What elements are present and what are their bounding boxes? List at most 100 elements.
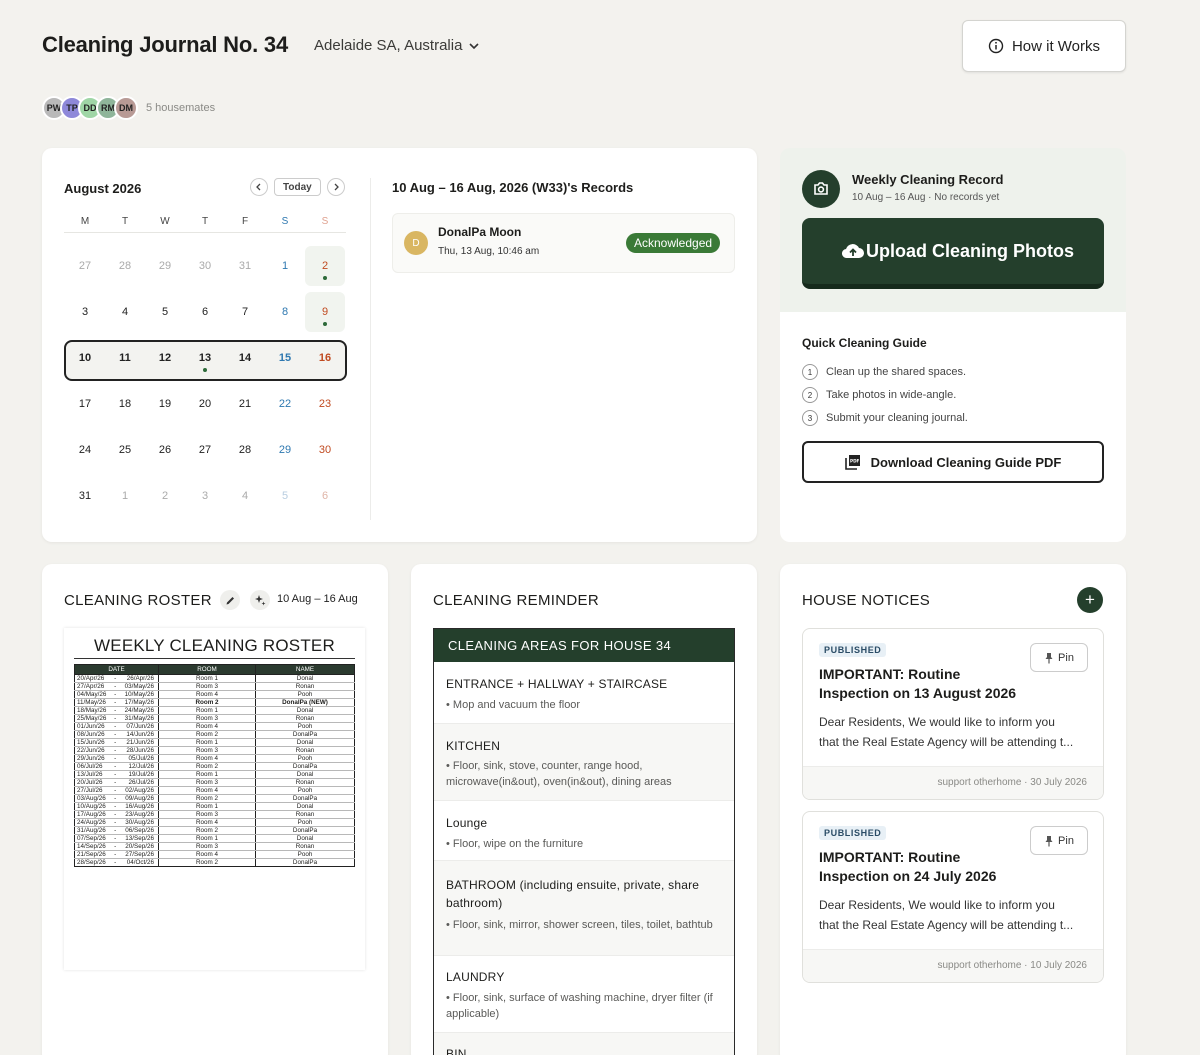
roster-image[interactable]: WEEKLY CLEANING ROSTER DATE ROOM NAME 20… bbox=[64, 628, 365, 970]
avatar[interactable]: DM bbox=[114, 96, 138, 120]
calendar-day[interactable]: 3 bbox=[185, 476, 225, 516]
calendar-day[interactable]: 1 bbox=[105, 476, 145, 516]
area-desc: • Mop and vacuum the floor bbox=[446, 699, 581, 711]
calendar-day[interactable]: 28 bbox=[225, 430, 265, 470]
calendar-day[interactable]: 26 bbox=[145, 430, 185, 470]
calendar-day[interactable]: 12 bbox=[145, 338, 185, 378]
calendar-day[interactable]: 27 bbox=[185, 430, 225, 470]
table-cell: - bbox=[113, 746, 117, 755]
step-number: 3 bbox=[802, 410, 818, 426]
table-cell: 21/Jun/26 bbox=[116, 738, 159, 747]
table-cell: - bbox=[113, 826, 117, 835]
notice-footer: support otherhome · 30 July 2026 bbox=[803, 766, 1103, 799]
calendar-day[interactable]: 5 bbox=[265, 476, 305, 516]
day-number: 29 bbox=[158, 260, 172, 272]
calendar-day[interactable]: 30 bbox=[305, 430, 345, 470]
day-number: 13 bbox=[198, 352, 212, 364]
day-number: 25 bbox=[118, 444, 132, 456]
day-number: 8 bbox=[281, 306, 289, 318]
table-cell: 18/May/26 bbox=[73, 706, 114, 715]
day-number: 24 bbox=[78, 444, 92, 456]
download-pdf-label: Download Cleaning Guide PDF bbox=[870, 454, 1062, 470]
calendar-day[interactable]: 29 bbox=[145, 246, 185, 286]
calendar-day[interactable]: 17 bbox=[65, 384, 105, 424]
calendar-day[interactable]: 28 bbox=[105, 246, 145, 286]
day-number: 26 bbox=[158, 444, 172, 456]
table-cell: 22/Jun/26 bbox=[73, 746, 114, 755]
calendar-day[interactable]: 30 bbox=[185, 246, 225, 286]
notice-body-line: that the Real Estate Agency will be atte… bbox=[819, 918, 1074, 932]
calendar-day[interactable]: 11 bbox=[105, 338, 145, 378]
day-number: 30 bbox=[318, 444, 332, 456]
pin-button[interactable]: Pin bbox=[1030, 643, 1088, 672]
records-title: 10 Aug – 16 Aug, 2026 (W33)'s Records bbox=[392, 180, 634, 195]
notice-item[interactable]: PUBLISHED Pin IMPORTANT: Routine Inspect… bbox=[802, 628, 1104, 800]
divider bbox=[370, 178, 371, 520]
table-cell: DonalPa bbox=[255, 858, 355, 867]
calendar-day[interactable]: 10 bbox=[65, 338, 105, 378]
notice-footer: support otherhome · 10 July 2026 bbox=[803, 949, 1103, 982]
calendar-day[interactable]: 14 bbox=[225, 338, 265, 378]
calendar-day[interactable]: 1 bbox=[265, 246, 305, 286]
table-row: 24/Aug/26-30/Aug/26 Room 4 Pooh bbox=[73, 818, 355, 827]
calendar-day[interactable]: 13 bbox=[185, 338, 225, 378]
table-cell: Room 4 bbox=[158, 754, 256, 763]
pin-button[interactable]: Pin bbox=[1030, 826, 1088, 855]
calendar-day[interactable]: 21 bbox=[225, 384, 265, 424]
table-cell: 12/Jul/26 bbox=[116, 762, 159, 771]
prev-month-button[interactable] bbox=[250, 178, 268, 196]
calendar-day[interactable]: 18 bbox=[105, 384, 145, 424]
calendar-day[interactable]: 4 bbox=[105, 292, 145, 332]
how-it-works-button[interactable]: How it Works bbox=[962, 20, 1126, 72]
calendar-day[interactable]: 22 bbox=[265, 384, 305, 424]
table-row: 25/May/26-31/May/26 Room 3 Ronan bbox=[73, 714, 355, 723]
table-cell: Room 4 bbox=[158, 722, 256, 731]
today-button[interactable]: Today bbox=[274, 178, 321, 196]
day-number: 27 bbox=[198, 444, 212, 456]
day-number: 31 bbox=[78, 490, 92, 502]
next-month-button[interactable] bbox=[326, 178, 345, 196]
calendar-day[interactable]: 4 bbox=[225, 476, 265, 516]
calendar-day[interactable]: 25 bbox=[105, 430, 145, 470]
notice-item[interactable]: PUBLISHED Pin IMPORTANT: Routine Inspect… bbox=[802, 811, 1104, 983]
location-dropdown[interactable]: Adelaide SA, Australia bbox=[314, 37, 480, 54]
table-row: 15/Jun/26-21/Jun/26 Room 1 Donal bbox=[73, 738, 355, 747]
calendar-day[interactable]: 7 bbox=[225, 292, 265, 332]
calendar-day[interactable]: 16 bbox=[305, 338, 345, 378]
calendar-day[interactable]: 23 bbox=[305, 384, 345, 424]
table-cell: - bbox=[113, 770, 117, 779]
day-number: 28 bbox=[118, 260, 132, 272]
calendar-day[interactable]: 24 bbox=[65, 430, 105, 470]
calendar-day[interactable]: 6 bbox=[185, 292, 225, 332]
calendar-day[interactable]: 29 bbox=[265, 430, 305, 470]
roster-title: CLEANING ROSTER bbox=[64, 592, 212, 609]
calendar-day[interactable]: 15 bbox=[265, 338, 305, 378]
calendar-day[interactable]: 8 bbox=[265, 292, 305, 332]
add-notice-button[interactable]: + bbox=[1077, 587, 1103, 613]
calendar-day[interactable]: 6 bbox=[305, 476, 345, 516]
calendar-day[interactable]: 3 bbox=[65, 292, 105, 332]
calendar-day[interactable]: 20 bbox=[185, 384, 225, 424]
table-cell: Ronan bbox=[255, 810, 355, 819]
table-cell: - bbox=[113, 802, 117, 811]
housemate-avatars[interactable]: PW TP DD RM DM 5 housemates bbox=[42, 96, 215, 120]
calendar-day[interactable]: 9 bbox=[305, 292, 345, 332]
calendar-day[interactable]: 2 bbox=[145, 476, 185, 516]
edit-roster-button[interactable] bbox=[220, 590, 240, 610]
cleaning-area: BATHROOM (including ensuite, private, sh… bbox=[434, 861, 734, 956]
calendar-day[interactable]: 2 bbox=[305, 246, 345, 286]
download-pdf-button[interactable]: PDF Download Cleaning Guide PDF bbox=[802, 441, 1104, 483]
step-text: Submit your cleaning journal. bbox=[826, 412, 968, 424]
table-cell: 10/Aug/26 bbox=[73, 802, 114, 811]
table-cell: Room 4 bbox=[158, 786, 256, 795]
calendar-day[interactable]: 31 bbox=[225, 246, 265, 286]
table-cell: 31/May/26 bbox=[116, 714, 159, 723]
ai-sparkle-button[interactable] bbox=[250, 590, 270, 610]
calendar-day[interactable]: 31 bbox=[65, 476, 105, 516]
calendar-day[interactable]: 27 bbox=[65, 246, 105, 286]
upload-photos-button[interactable]: Upload Cleaning Photos bbox=[802, 218, 1104, 289]
calendar-day[interactable]: 19 bbox=[145, 384, 185, 424]
table-cell: Donal bbox=[255, 770, 355, 779]
calendar-day[interactable]: 5 bbox=[145, 292, 185, 332]
table-cell: - bbox=[113, 690, 117, 699]
